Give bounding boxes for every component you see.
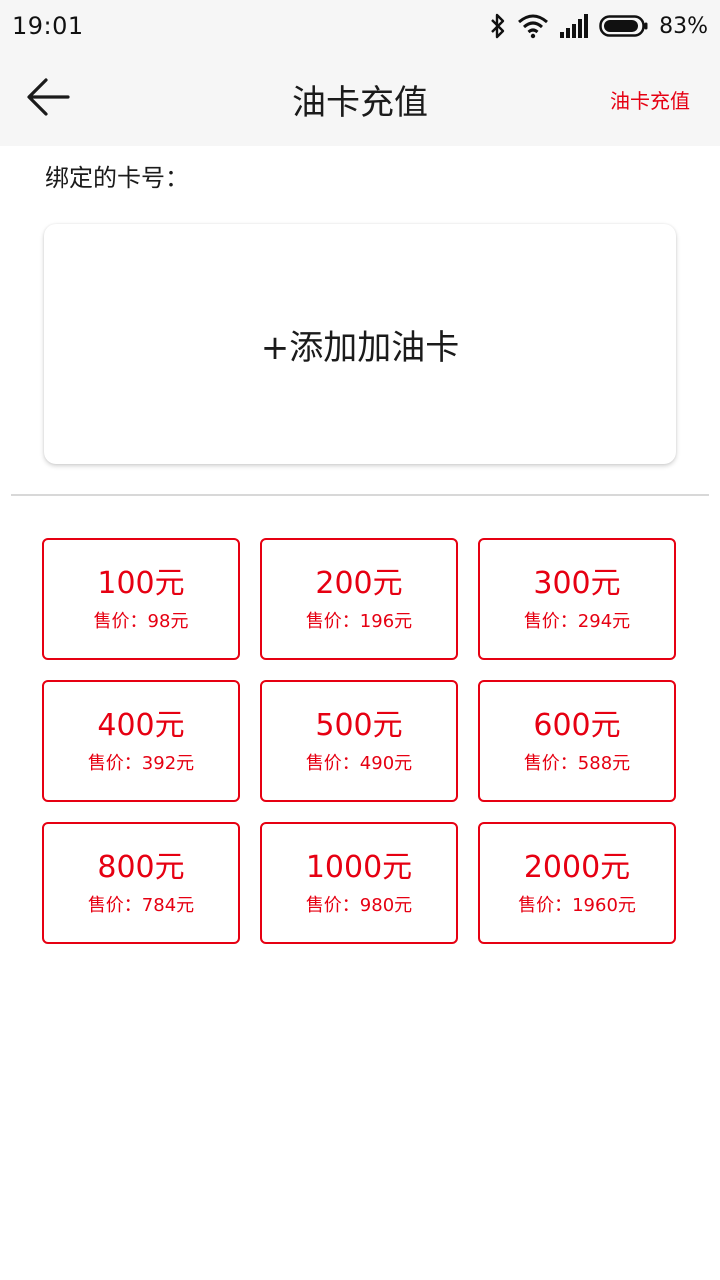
denomination-sale-price: 售价：490元 xyxy=(305,752,413,774)
denomination-sale-price: 售价：392元 xyxy=(87,752,195,774)
denomination-face-value: 2000元 xyxy=(523,849,631,885)
denomination-face-value: 100元 xyxy=(97,565,185,601)
denomination-option[interactable]: 600元 售价：588元 xyxy=(478,680,676,802)
denomination-sale-price: 售价：294元 xyxy=(523,610,631,632)
denomination-option[interactable]: 100元 售价：98元 xyxy=(42,538,240,660)
denomination-face-value: 600元 xyxy=(533,707,621,743)
bluetooth-icon xyxy=(489,13,507,39)
denomination-sale-price: 售价：980元 xyxy=(305,894,413,916)
denomination-option[interactable]: 800元 售价：784元 xyxy=(42,822,240,944)
denomination-option[interactable]: 500元 售价：490元 xyxy=(260,680,458,802)
denomination-face-value: 1000元 xyxy=(305,849,413,885)
denomination-option[interactable]: 2000元 售价：1960元 xyxy=(478,822,676,944)
denomination-sale-price: 售价：196元 xyxy=(305,610,413,632)
wifi-icon xyxy=(517,13,549,39)
denomination-grid: 100元 售价：98元 200元 售价：196元 300元 售价：294元 40… xyxy=(42,538,678,944)
signal-icon xyxy=(559,14,589,38)
denomination-face-value: 800元 xyxy=(97,849,185,885)
denomination-face-value: 500元 xyxy=(315,707,403,743)
back-button[interactable] xyxy=(22,76,74,122)
denomination-option[interactable]: 300元 售价：294元 xyxy=(478,538,676,660)
app-bar: 油卡充值 油卡充值 xyxy=(0,52,720,146)
denomination-sale-price: 售价：98元 xyxy=(93,610,189,632)
status-icons: 83% xyxy=(489,13,708,39)
denomination-option[interactable]: 200元 售价：196元 xyxy=(260,538,458,660)
denomination-face-value: 300元 xyxy=(533,565,621,601)
denomination-sale-price: 售价：784元 xyxy=(87,894,195,916)
add-fuel-card-button[interactable]: +添加加油卡 xyxy=(44,224,676,464)
denomination-option[interactable]: 400元 售价：392元 xyxy=(42,680,240,802)
battery-percent: 83% xyxy=(659,13,708,39)
header-action-button[interactable]: 油卡充值 xyxy=(610,52,690,146)
status-time: 19:01 xyxy=(12,12,84,40)
divider xyxy=(11,494,709,496)
denomination-sale-price: 售价：1960元 xyxy=(518,894,636,916)
battery-icon xyxy=(599,14,649,38)
denomination-sale-price: 售价：588元 xyxy=(523,752,631,774)
denomination-face-value: 400元 xyxy=(97,707,185,743)
denomination-option[interactable]: 1000元 售价：980元 xyxy=(260,822,458,944)
arrow-left-icon xyxy=(26,77,70,121)
status-bar: 19:01 83% xyxy=(0,0,720,52)
denomination-face-value: 200元 xyxy=(315,565,403,601)
bound-card-label: 绑定的卡号： xyxy=(45,164,189,192)
